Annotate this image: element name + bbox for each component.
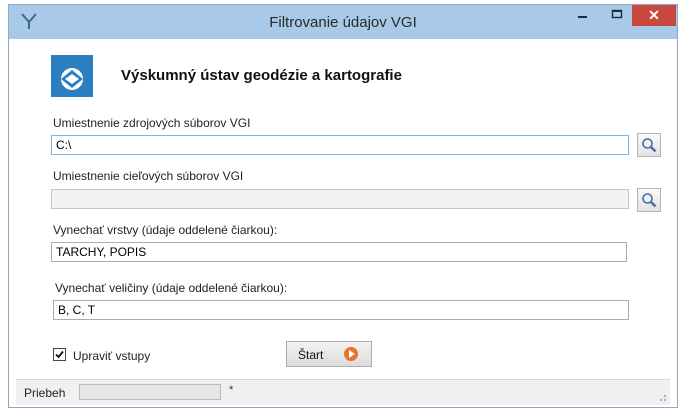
minimize-icon bbox=[578, 16, 587, 18]
progress-bar bbox=[79, 384, 221, 400]
skip-quantities-label: Vynechať veličiny (údaje oddelené čiarko… bbox=[55, 281, 288, 295]
target-browse-button[interactable] bbox=[637, 188, 661, 212]
status-marker: * bbox=[229, 384, 234, 396]
source-location-input[interactable]: C:\ bbox=[51, 135, 629, 155]
close-icon: ✕ bbox=[648, 7, 660, 23]
checkmark-icon bbox=[55, 350, 64, 359]
search-icon bbox=[642, 138, 657, 153]
play-icon bbox=[344, 347, 358, 361]
target-location-label: Umiestnenie cieľových súborov VGI bbox=[53, 169, 244, 183]
minimize-button[interactable] bbox=[569, 5, 597, 27]
skip-quantities-input[interactable]: B, C, T bbox=[53, 300, 629, 320]
maximize-button[interactable] bbox=[603, 5, 631, 27]
start-button-label: Štart bbox=[298, 348, 324, 362]
main-window: Filtrovanie údajov VGI ✕ Výskumný ústav … bbox=[8, 4, 678, 408]
source-location-label: Umiestnenie zdrojových súborov VGI bbox=[53, 116, 251, 130]
status-bar: Priebeh * bbox=[16, 379, 670, 405]
organization-name: Výskumný ústav geodézie a kartografie bbox=[121, 67, 402, 84]
vugk-logo-icon bbox=[51, 55, 93, 97]
target-location-input[interactable] bbox=[51, 189, 629, 209]
title-bar[interactable]: Filtrovanie údajov VGI ✕ bbox=[9, 5, 677, 39]
start-button[interactable]: Štart bbox=[286, 341, 372, 367]
search-icon bbox=[642, 193, 657, 208]
adjust-inputs-checkbox[interactable] bbox=[53, 348, 66, 361]
adjust-inputs-label[interactable]: Upraviť vstupy bbox=[73, 349, 150, 363]
resize-grip-icon[interactable] bbox=[657, 392, 667, 402]
skip-layers-label: Vynechať vrstvy (údaje oddelené čiarkou)… bbox=[53, 223, 278, 237]
skip-layers-input[interactable]: TARCHY, POPIS bbox=[51, 242, 627, 262]
maximize-icon bbox=[611, 9, 623, 19]
close-button[interactable]: ✕ bbox=[632, 5, 676, 26]
progress-label: Priebeh bbox=[24, 386, 66, 400]
dialog-body: Výskumný ústav geodézie a kartografie Um… bbox=[16, 39, 670, 405]
source-browse-button[interactable] bbox=[637, 133, 661, 157]
